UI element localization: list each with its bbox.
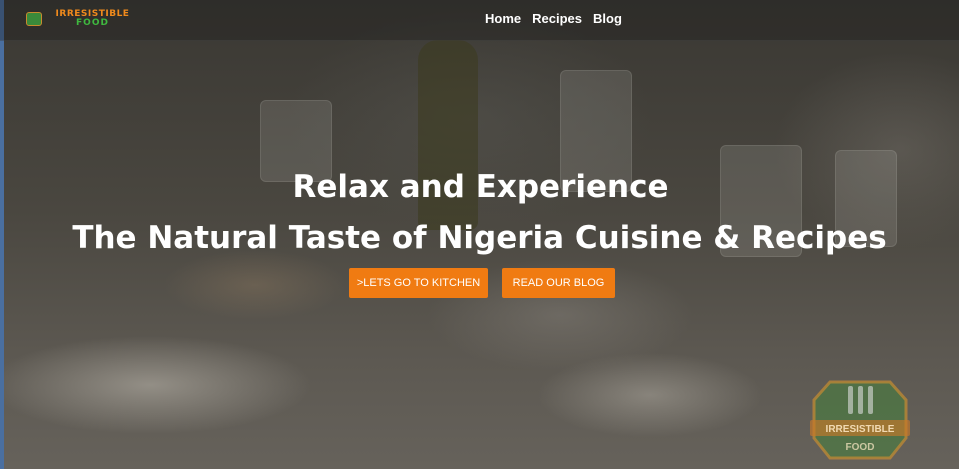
hero-title-line1: Relax and Experience xyxy=(292,169,669,205)
brand-name: IRRESISTIBLE FOOD xyxy=(45,9,140,29)
lets-go-to-kitchen-button[interactable]: >LETS GO TO KITCHEN xyxy=(349,268,488,298)
hero-headline: Relax and Experience The Natural Taste o… xyxy=(0,165,959,260)
top-navbar: IRRESISTIBLE FOOD Home Recipes Blog xyxy=(0,0,959,41)
nav-home-link[interactable]: Home xyxy=(485,10,521,28)
main-nav: Home Recipes Blog xyxy=(485,10,622,28)
nav-blog-link[interactable]: Blog xyxy=(593,10,622,28)
brand-logo[interactable]: IRRESISTIBLE FOOD xyxy=(26,9,136,30)
brand-line2: FOOD xyxy=(76,18,109,29)
badge-line2: FOOD xyxy=(846,442,875,453)
utensils-badge-icon: IRRESISTIBLE FOOD xyxy=(810,380,910,460)
read-our-blog-button[interactable]: READ OUR BLOG xyxy=(502,268,615,298)
nav-recipes-link[interactable]: Recipes xyxy=(532,10,582,28)
food-logo-icon xyxy=(26,12,42,26)
hero-title-line2: The Natural Taste of Nigeria Cuisine & R… xyxy=(72,220,887,256)
badge-line1: IRRESISTIBLE xyxy=(826,424,895,435)
